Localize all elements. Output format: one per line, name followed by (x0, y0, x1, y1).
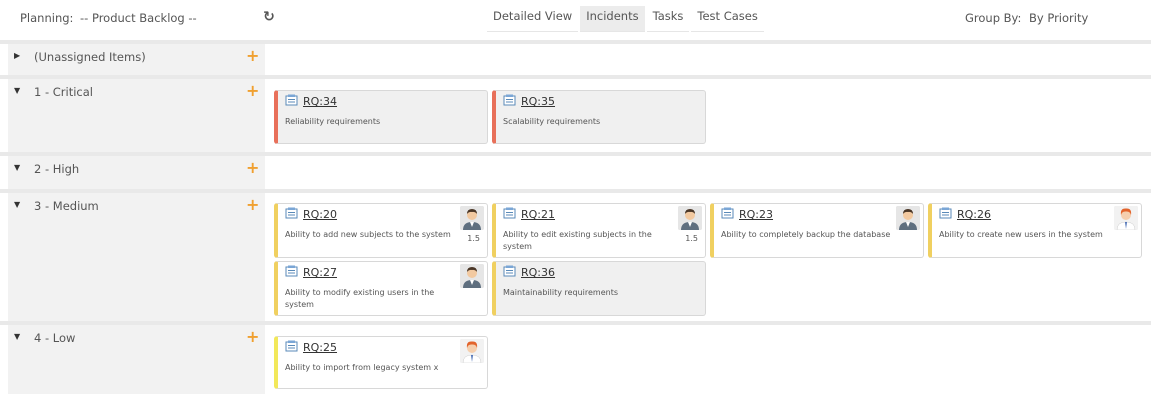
group-header: ▼ 1 - Critical + (8, 79, 265, 152)
requirement-icon (285, 340, 298, 352)
requirement-card[interactable]: RQ:23 Ability to completely backup the d… (710, 203, 924, 258)
tab-detailed-view[interactable]: Detailed View (487, 6, 579, 32)
requirement-icon (285, 207, 298, 219)
requirement-icon (503, 265, 516, 277)
requirement-description: Ability to completely backup the databas… (721, 230, 891, 239)
requirement-card[interactable]: RQ:21 Ability to edit existing subjects … (492, 203, 706, 258)
requirement-id-link[interactable]: RQ:35 (521, 95, 555, 108)
requirement-id-link[interactable]: RQ:21 (521, 208, 555, 221)
group-label: 2 - High (34, 162, 80, 176)
planning-release-select[interactable]: -- Product Backlog -- (80, 11, 197, 25)
group-header: ▼ 2 - High + (8, 156, 265, 189)
group-label: 3 - Medium (34, 199, 99, 213)
requirement-id-link[interactable]: RQ:20 (303, 208, 337, 221)
requirement-icon (285, 94, 298, 106)
collapse-caret-icon[interactable]: ▼ (14, 86, 20, 95)
requirement-id-link[interactable]: RQ:27 (303, 266, 337, 279)
expand-caret-icon[interactable]: ▶ (14, 51, 20, 60)
requirement-description: Ability to create new users in the syste… (939, 230, 1103, 239)
requirement-description: Ability to import from legacy system x (285, 363, 439, 372)
group-header: ▼ 4 - Low + (8, 325, 265, 394)
male-avatar-icon (896, 206, 920, 230)
requirement-card[interactable]: RQ:34 Reliability requirements (274, 90, 488, 144)
requirement-id-link[interactable]: RQ:23 (739, 208, 773, 221)
requirement-icon (721, 207, 734, 219)
collapse-caret-icon[interactable]: ▼ (14, 200, 20, 209)
redhead-avatar-icon (1114, 206, 1138, 230)
male-avatar-icon (678, 206, 702, 230)
requirement-card[interactable]: RQ:25 Ability to import from legacy syst… (274, 336, 488, 389)
requirement-id-link[interactable]: RQ:25 (303, 341, 337, 354)
group-label: 1 - Critical (34, 85, 93, 99)
group-header: ▼ 3 - Medium + (8, 193, 265, 321)
view-tabs: Detailed View Incidents Tasks Test Cases (487, 6, 766, 32)
requirement-card[interactable]: RQ:27 Ability to modify existing users i… (274, 261, 488, 316)
requirement-description: Ability to modify existing users in the … (285, 288, 435, 309)
requirement-icon (285, 265, 298, 277)
redhead-avatar-icon (460, 339, 484, 363)
group-high: ▼ 2 - High + (0, 156, 1151, 189)
male-avatar-icon (460, 206, 484, 230)
requirement-description: Scalability requirements (503, 117, 601, 126)
estimate-points: 1.5 (685, 234, 698, 243)
requirement-card[interactable]: RQ:35 Scalability requirements (492, 90, 706, 144)
tab-tasks[interactable]: Tasks (646, 6, 690, 32)
requirement-description: Maintainability requirements (503, 288, 619, 297)
collapse-caret-icon[interactable]: ▼ (14, 163, 20, 172)
group-header: ▶ (Unassigned Items) + (8, 44, 265, 75)
planning-label: Planning: (20, 11, 74, 25)
requirement-id-link[interactable]: RQ:34 (303, 95, 337, 108)
requirement-card[interactable]: RQ:26 Ability to create new users in the… (928, 203, 1142, 258)
requirement-id-link[interactable]: RQ:26 (957, 208, 991, 221)
group-label: (Unassigned Items) (34, 50, 146, 64)
male-avatar-icon (460, 264, 484, 288)
requirement-id-link[interactable]: RQ:36 (521, 266, 555, 279)
add-item-icon[interactable]: + (246, 329, 259, 345)
refresh-icon[interactable]: ↻ (261, 9, 277, 25)
group-by-label: Group By: (965, 11, 1022, 25)
requirement-description: Reliability requirements (285, 117, 381, 126)
group-unassigned: ▶ (Unassigned Items) + (0, 44, 1151, 75)
requirement-card[interactable]: RQ:36 Maintainability requirements (492, 261, 706, 316)
planning-toolbar: Planning: -- Product Backlog -- ↻ Detail… (0, 0, 1151, 40)
tab-test-cases[interactable]: Test Cases (691, 6, 764, 32)
group-by-select[interactable]: By Priority (1029, 11, 1088, 25)
requirement-description: Ability to add new subjects to the syste… (285, 230, 451, 239)
collapse-caret-icon[interactable]: ▼ (14, 332, 20, 341)
requirement-icon (939, 207, 952, 219)
add-item-icon[interactable]: + (246, 197, 259, 213)
add-item-icon[interactable]: + (246, 160, 259, 176)
estimate-points: 1.5 (467, 234, 480, 243)
requirement-card[interactable]: RQ:20 Ability to add new subjects to the… (274, 203, 488, 258)
group-low: ▼ 4 - Low + (0, 325, 1151, 394)
tab-incidents[interactable]: Incidents (580, 6, 645, 32)
add-item-icon[interactable]: + (246, 48, 259, 64)
requirement-icon (503, 94, 516, 106)
requirement-description: Ability to edit existing subjects in the… (503, 230, 652, 251)
group-label: 4 - Low (34, 331, 76, 345)
requirement-icon (503, 207, 516, 219)
add-item-icon[interactable]: + (246, 83, 259, 99)
